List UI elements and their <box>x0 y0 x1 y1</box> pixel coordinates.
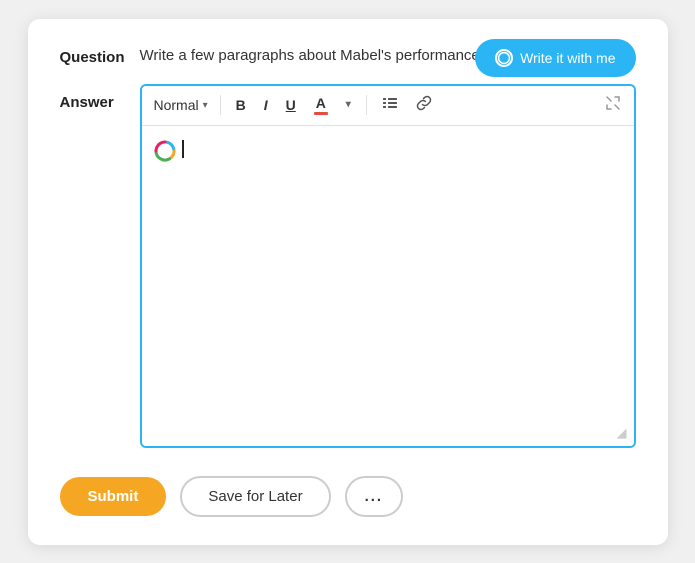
spinner-container <box>154 140 176 166</box>
question-row: Question Write a few paragraphs about Ma… <box>60 47 636 66</box>
bottom-bar: Submit Save for Later ... <box>60 476 636 517</box>
editor-container: Normal ▾ B I U A ▾ <box>140 84 636 448</box>
more-button[interactable]: ... <box>345 476 404 517</box>
expand-button[interactable] <box>600 93 626 117</box>
toolbar-divider-1 <box>220 95 221 115</box>
bold-button[interactable]: B <box>229 94 253 117</box>
chevron-down-icon: ▾ <box>203 100 208 111</box>
format-label: Normal <box>154 97 199 113</box>
editor-body[interactable]: ◢ <box>142 126 634 446</box>
main-card: Question Write a few paragraphs about Ma… <box>28 19 668 545</box>
italic-button[interactable]: I <box>257 94 275 117</box>
write-with-me-button[interactable]: Write it with me <box>475 39 635 77</box>
underline-button[interactable]: U <box>279 94 303 117</box>
submit-button[interactable]: Submit <box>60 477 167 516</box>
color-button[interactable]: A <box>307 92 335 119</box>
text-cursor <box>182 140 184 158</box>
link-button[interactable] <box>409 91 439 120</box>
editor-toolbar: Normal ▾ B I U A ▾ <box>142 86 634 126</box>
answer-label: Answer <box>60 84 140 111</box>
circle-icon <box>495 49 513 67</box>
list-button[interactable] <box>375 91 405 120</box>
write-with-me-label: Write it with me <box>520 50 615 66</box>
color-bar <box>314 112 328 115</box>
chevron-down-color-icon[interactable]: ▾ <box>339 96 358 114</box>
editor-resize: ◢ <box>617 425 627 441</box>
question-label: Question <box>60 47 140 66</box>
answer-row: Answer Normal ▾ B I U A ▾ <box>60 84 636 448</box>
toolbar-divider-2 <box>366 95 367 115</box>
save-later-button[interactable]: Save for Later <box>180 476 330 517</box>
format-select[interactable]: Normal ▾ <box>150 95 212 115</box>
color-a-label: A <box>316 95 326 112</box>
